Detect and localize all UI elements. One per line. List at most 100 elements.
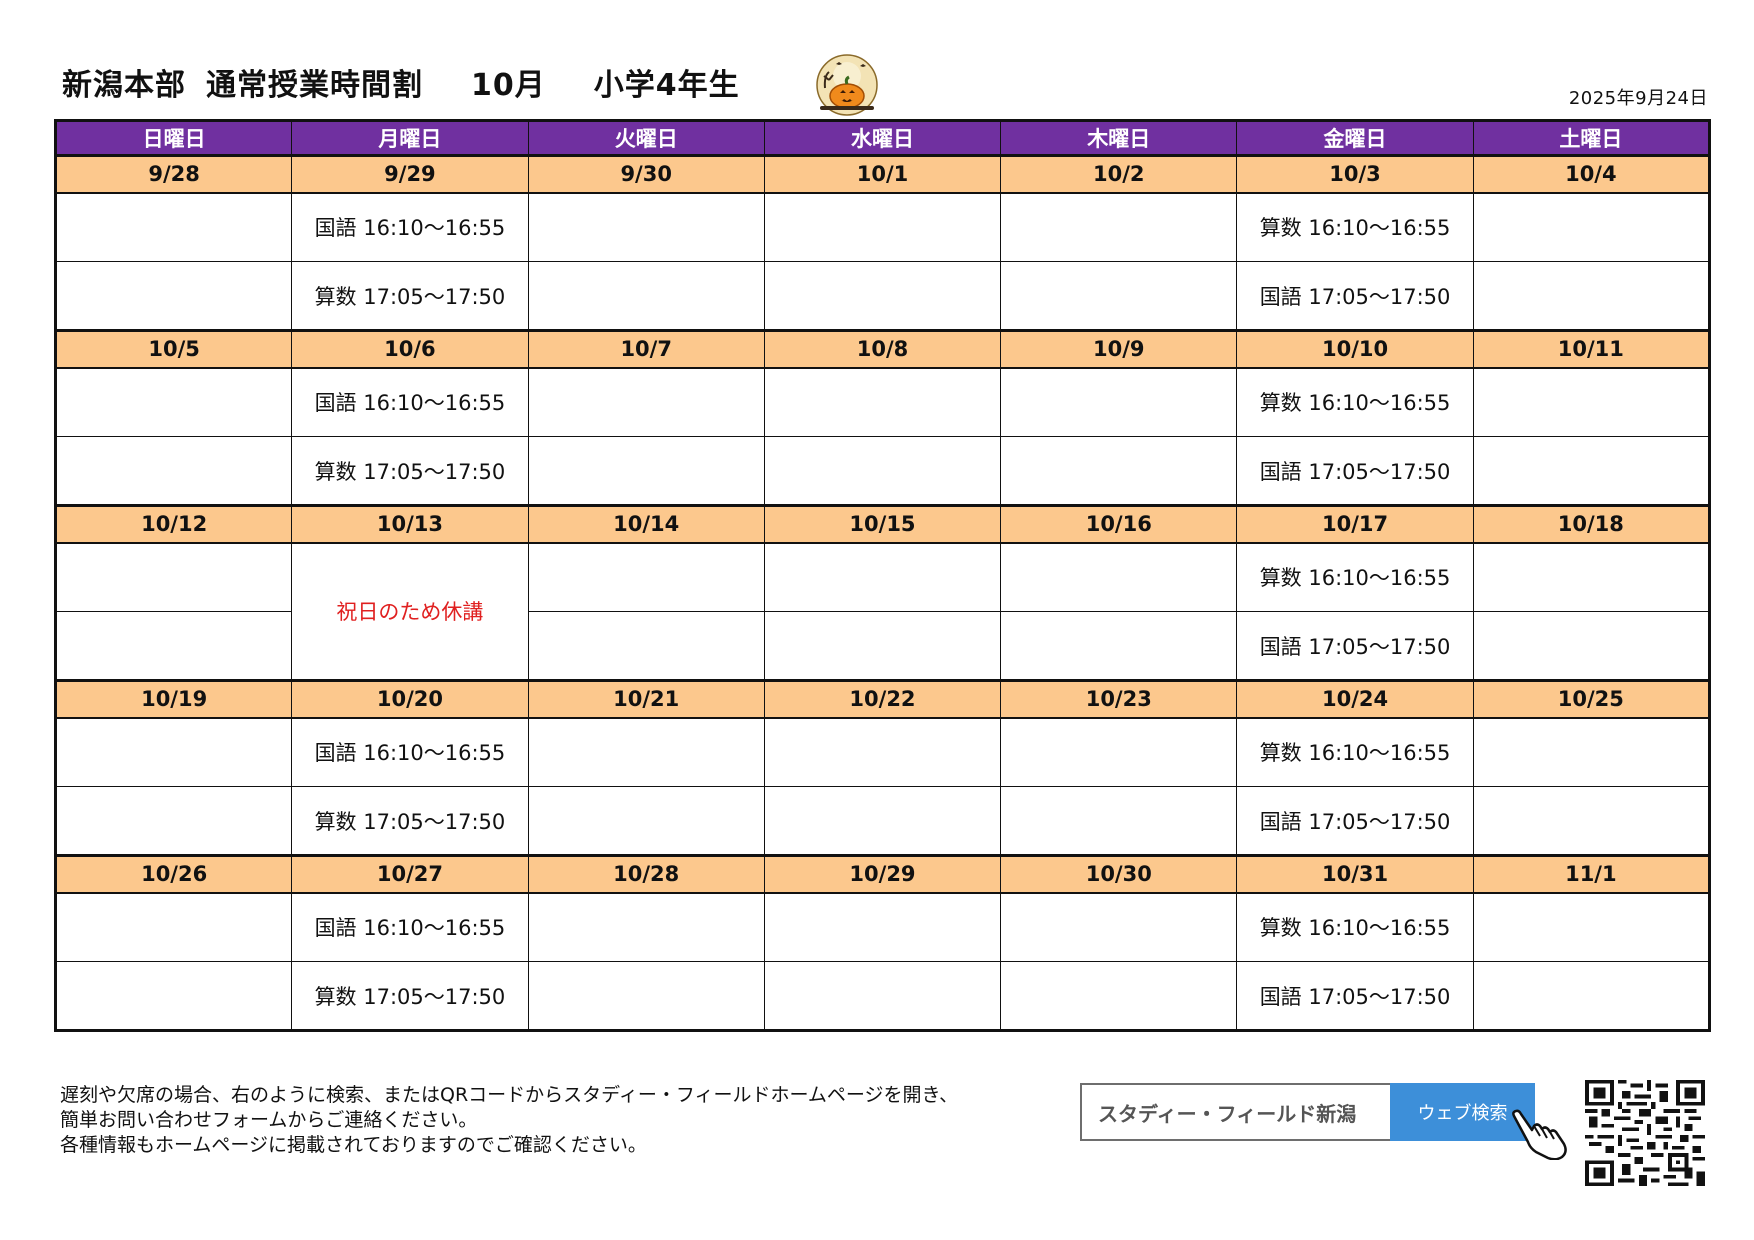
class-slot: [763, 192, 1002, 262]
class-slot: 算数 17:05～17:50: [291, 436, 529, 506]
slot-row-1: 国語 16:10～16:55 算数 16:10～16:55: [54, 892, 1711, 962]
date-cell: 10/17: [1236, 504, 1474, 544]
class-slot: [1472, 717, 1711, 787]
note-line: 遅刻や欠席の場合、右のように検索、またはQRコードからスタディー・フィールドホー…: [60, 1084, 959, 1106]
weekday-sun: 日曜日: [54, 120, 293, 156]
date-cell: 10/8: [763, 329, 1002, 369]
qr-code[interactable]: [1585, 1080, 1705, 1186]
date-cell: 10/10: [1236, 329, 1474, 369]
date-cell: 10/30: [1000, 854, 1238, 894]
class-slot: [527, 892, 765, 962]
class-slot: [763, 611, 1002, 681]
weekday-thu: 木曜日: [1000, 120, 1238, 156]
class-slot: [527, 192, 765, 262]
class-slot: [763, 367, 1002, 437]
class-slot: 算数 17:05～17:50: [291, 961, 529, 1031]
date-cell: 10/3: [1236, 154, 1474, 194]
contact-notes: 遅刻や欠席の場合、右のように検索、またはQRコードからスタディー・フィールドホー…: [60, 1083, 958, 1158]
class-slot: [763, 436, 1002, 506]
class-slot: 国語 17:05～17:50: [1236, 786, 1474, 856]
class-slot: [1472, 892, 1711, 962]
date-cell: 10/2: [1000, 154, 1238, 194]
date-cell: 10/15: [763, 504, 1002, 544]
date-cell: 10/26: [54, 854, 293, 894]
pointing-hand-icon: [1512, 1109, 1567, 1160]
date-cell: 10/14: [527, 504, 765, 544]
class-slot: [527, 436, 765, 506]
date-cell: 10/23: [1000, 679, 1238, 719]
class-slot: [1000, 611, 1238, 681]
issue-date: 2025年9月24日: [1568, 88, 1708, 109]
class-slot: [1000, 892, 1238, 962]
slot-row-1: 祝日のため休講 算数 16:10～16:55: [54, 542, 1711, 681]
date-cell: 10/11: [1472, 329, 1711, 369]
holiday-notice: 祝日のため休講: [291, 542, 529, 681]
date-cell: 10/21: [527, 679, 765, 719]
class-slot: 国語 17:05～17:50: [1236, 961, 1474, 1031]
date-cell: 10/13: [291, 504, 529, 544]
slot-row-2: 算数 17:05～17:50 国語 17:05～17:50: [54, 261, 1711, 331]
search-box-illustration: スタディー・フィールド新潟 ウェブ検索: [1080, 1083, 1535, 1141]
note-line: 各種情報もホームページに掲載されておりますのでご確認ください。: [60, 1134, 647, 1156]
class-slot: 国語 17:05～17:50: [1236, 611, 1474, 681]
slot-row-1: 国語 16:10～16:55 算数 16:10～16:55: [54, 192, 1711, 262]
date-cell: 9/28: [54, 154, 293, 194]
note-line: 簡単お問い合わせフォームからご連絡ください。: [60, 1109, 478, 1131]
class-slot: 算数 16:10～16:55: [1236, 192, 1474, 262]
weekday-header-row: 日曜日 月曜日 火曜日 水曜日 木曜日 金曜日 土曜日: [54, 120, 1711, 156]
date-cell: 10/9: [1000, 329, 1238, 369]
date-row: 10/26 10/27 10/28 10/29 10/30 10/31 11/1: [54, 854, 1711, 894]
class-slot: [1472, 611, 1711, 681]
class-slot: [1472, 961, 1711, 1031]
slot-row-1: 国語 16:10～16:55 算数 16:10～16:55: [54, 367, 1711, 437]
class-slot: [1000, 367, 1238, 437]
date-cell: 10/7: [527, 329, 765, 369]
class-slot: [527, 961, 765, 1031]
class-slot: 算数 17:05～17:50: [291, 261, 529, 331]
date-cell: 10/31: [1236, 854, 1474, 894]
date-cell: 10/22: [763, 679, 1002, 719]
search-query-text: スタディー・フィールド新潟: [1098, 1101, 1357, 1126]
date-cell: 10/27: [291, 854, 529, 894]
class-slot: 算数 16:10～16:55: [1236, 717, 1474, 787]
slot-row-1: 国語 16:10～16:55 算数 16:10～16:55: [54, 717, 1711, 787]
weekday-mon: 月曜日: [291, 120, 529, 156]
class-slot: 国語 16:10～16:55: [291, 192, 529, 262]
class-slot: [1000, 261, 1238, 331]
date-cell: 10/6: [291, 329, 529, 369]
class-slot: [527, 261, 765, 331]
class-slot: [1000, 717, 1238, 787]
weekday-sat: 土曜日: [1472, 120, 1711, 156]
class-slot: [527, 717, 765, 787]
class-slot: [1000, 436, 1238, 506]
date-cell: 10/5: [54, 329, 293, 369]
class-slot: [54, 367, 293, 437]
class-slot: [54, 436, 293, 506]
date-cell: 10/4: [1472, 154, 1711, 194]
weekday-fri: 金曜日: [1236, 120, 1474, 156]
weekday-wed: 水曜日: [763, 120, 1002, 156]
slot-row-2: 算数 17:05～17:50 国語 17:05～17:50: [54, 786, 1711, 856]
class-slot: 国語 16:10～16:55: [291, 892, 529, 962]
class-slot: [1472, 261, 1711, 331]
class-slot: [527, 611, 765, 681]
date-row: 10/5 10/6 10/7 10/8 10/9 10/10 10/11: [54, 329, 1711, 369]
class-slot: 算数 16:10～16:55: [1236, 542, 1474, 612]
slot-row-2: 算数 17:05～17:50 国語 17:05～17:50: [54, 436, 1711, 506]
date-cell: 10/1: [763, 154, 1002, 194]
class-slot: 算数 16:10～16:55: [1236, 367, 1474, 437]
date-cell: 10/28: [527, 854, 765, 894]
document-title: 通常授業時間割: [206, 68, 423, 103]
pumpkin-icon: [816, 54, 878, 116]
class-slot: 国語 17:05～17:50: [1236, 436, 1474, 506]
date-cell: 9/30: [527, 154, 765, 194]
class-slot: [1000, 961, 1238, 1031]
class-slot: [1000, 192, 1238, 262]
date-cell: 10/25: [1472, 679, 1711, 719]
class-slot: 国語 16:10～16:55: [291, 367, 529, 437]
class-slot: [1472, 786, 1711, 856]
class-slot: [54, 542, 293, 612]
class-slot: [763, 892, 1002, 962]
class-slot: 算数 16:10～16:55: [1236, 892, 1474, 962]
class-slot: [1472, 436, 1711, 506]
